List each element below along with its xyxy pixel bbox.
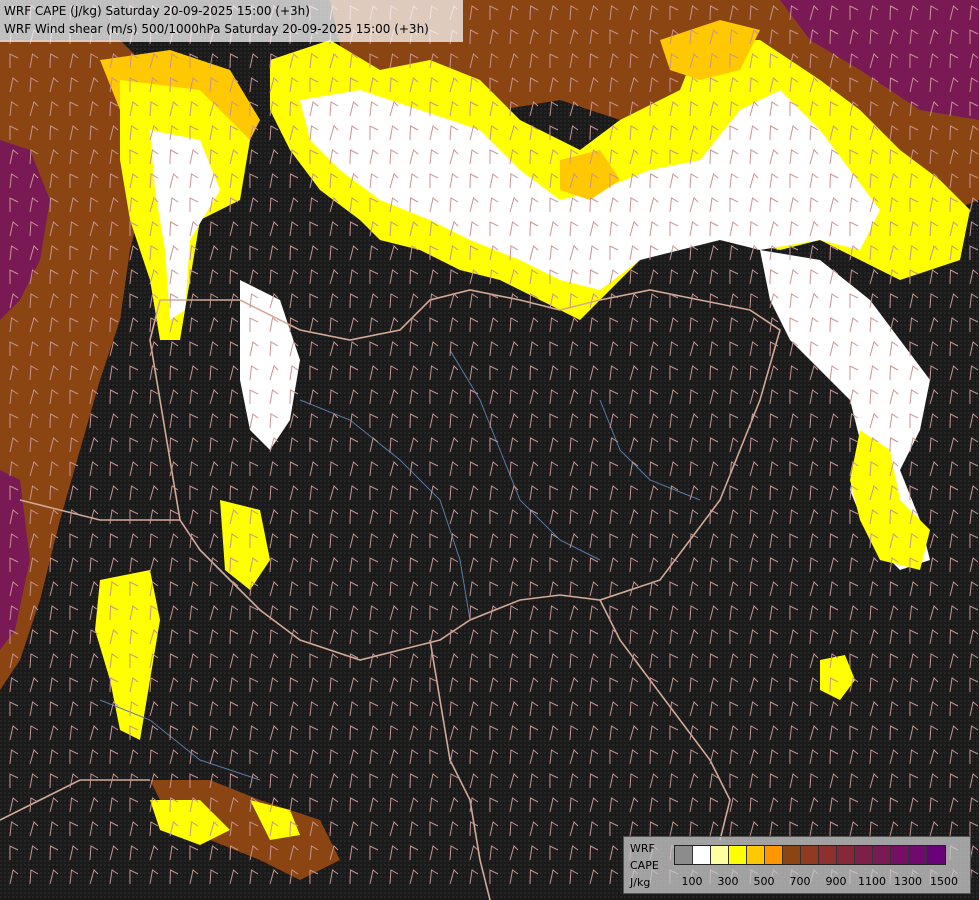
cape-legend: WRF CAPE J/kg 100 300 500 700 900 1100 1300 150… [623,836,971,894]
legend-tick-label: 1500 [930,875,958,888]
legend-swatch [837,846,855,864]
legend-swatch [801,846,819,864]
legend-tick-label: 900 [825,875,847,888]
legend-color-scale [674,845,946,865]
map-title: WRF CAPE (J/kg) Saturday 20-09-2025 15:0… [0,0,463,42]
legend-tick-label: 100 [681,875,703,888]
legend-swatch [711,846,729,864]
legend-swatch [873,846,891,864]
legend-tick-label: 1100 [858,875,886,888]
legend-caption-wrf: WRF [630,842,655,855]
legend-swatch [891,846,909,864]
legend-swatch [909,846,927,864]
legend-swatch [783,846,801,864]
legend-caption-cape: CAPE [630,859,659,872]
title-wind-shear: WRF Wind shear (m/s) 500/1000hPa Saturda… [4,22,429,36]
legend-tick-labels: 100 300 500 700 900 1100 1300 1500 [674,875,974,889]
legend-swatch [693,846,711,864]
legend-tick-label: 300 [717,875,739,888]
legend-swatch [729,846,747,864]
legend-tick-label: 500 [753,875,775,888]
legend-swatch [675,846,693,864]
legend-tick-label: 700 [789,875,811,888]
legend-swatch [765,846,783,864]
cape-shear-map [0,0,979,900]
title-cape: WRF CAPE (J/kg) Saturday 20-09-2025 15:0… [4,4,310,18]
legend-swatch [747,846,765,864]
legend-swatch [855,846,873,864]
legend-caption-unit: J/kg [630,876,651,889]
legend-tick-label: 1300 [894,875,922,888]
legend-swatch [927,846,945,864]
legend-swatch [819,846,837,864]
